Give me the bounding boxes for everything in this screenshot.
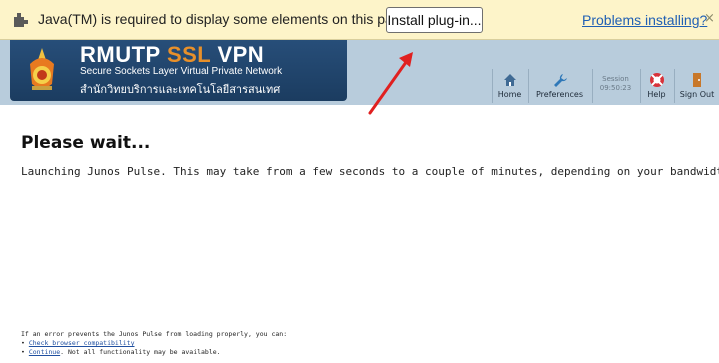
footer-bullet-compat: • Check browser compatibility xyxy=(21,339,135,347)
continue-link[interactable]: Continue xyxy=(29,348,60,356)
brand-thai-name: สำนักวิทยบริการและเทคโนโลยีสารสนเทศ xyxy=(80,83,281,96)
close-icon[interactable]: × xyxy=(704,11,715,26)
preferences-button[interactable]: Preferences xyxy=(528,69,590,103)
session-timer: Session 09:50:23 xyxy=(592,69,638,103)
plugin-message: Java(TM) is required to display some ele… xyxy=(38,11,413,27)
problems-installing-link[interactable]: Problems installing? xyxy=(582,12,707,28)
help-button[interactable]: Help xyxy=(640,69,672,103)
brand-title: RMUTP SSL VPN xyxy=(80,42,265,67)
university-seal-icon xyxy=(30,48,54,90)
home-button[interactable]: Home xyxy=(492,69,526,103)
error-help-footer: If an error prevents the Junos Pulse fro… xyxy=(21,330,287,357)
puzzle-piece-icon xyxy=(14,13,28,27)
footer-intro: If an error prevents the Junos Pulse fro… xyxy=(21,330,288,338)
lifebuoy-icon xyxy=(649,73,664,87)
wrench-icon xyxy=(553,74,567,87)
check-browser-compatibility-link[interactable]: Check browser compatibility xyxy=(29,339,135,347)
page-title: Please wait... xyxy=(21,133,151,153)
home-icon xyxy=(503,74,516,86)
install-plugin-button[interactable]: Install plug-in... xyxy=(386,7,483,33)
plugin-notification-bar: Java(TM) is required to display some ele… xyxy=(0,0,719,40)
exit-door-icon xyxy=(693,73,701,87)
status-message: Launching Junos Pulse. This may take fro… xyxy=(21,165,719,178)
brand-banner: RMUTP SSL VPN Secure Sockets Layer Virtu… xyxy=(10,40,347,101)
brand-subtitle: Secure Sockets Layer Virtual Private Net… xyxy=(80,66,283,77)
sign-out-button[interactable]: Sign Out xyxy=(674,69,719,103)
footer-bullet-continue: • Continue. Not all functionality may be… xyxy=(21,348,221,356)
